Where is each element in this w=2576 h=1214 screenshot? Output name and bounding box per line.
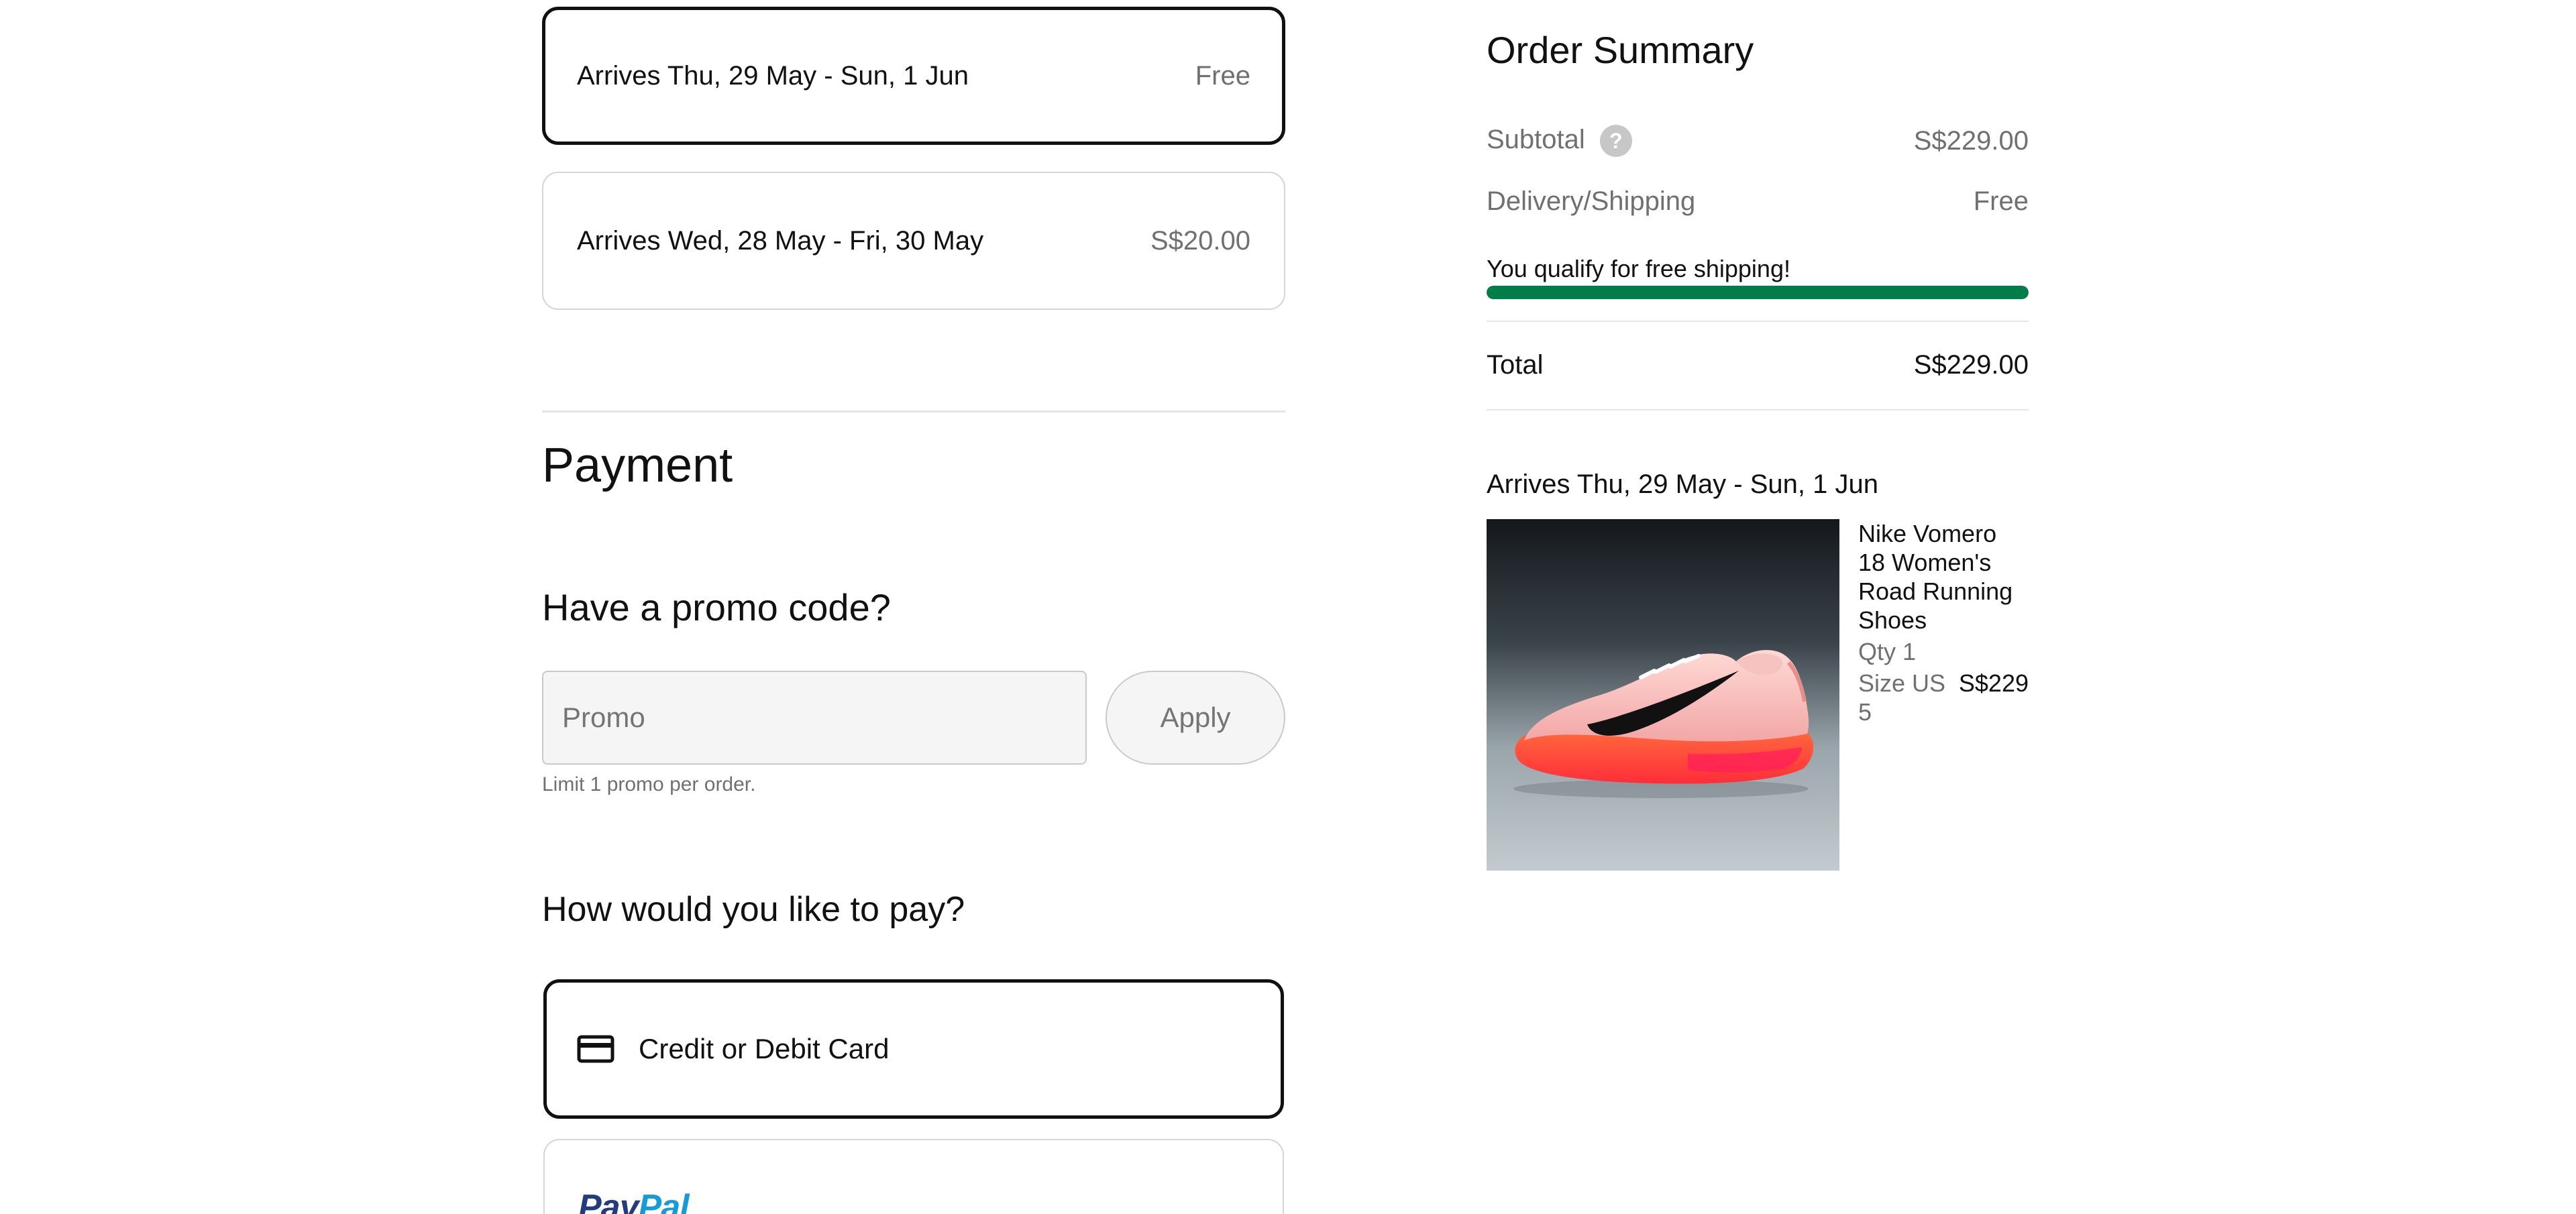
product-name[interactable]: Nike Vomero 18 Women's Road Running Shoe… xyxy=(1858,519,2029,634)
subtotal-label: Subtotal xyxy=(1487,124,1585,154)
shipping-option-price: S$20.00 xyxy=(1150,225,1250,256)
paypal-logo: PayPal xyxy=(578,1188,690,1214)
payment-method-heading: How would you like to pay? xyxy=(542,890,965,929)
shipping-option-price: Free xyxy=(1195,60,1250,91)
payment-method-card[interactable]: Credit or Debit Card xyxy=(543,979,1284,1119)
order-summary-heading: Order Summary xyxy=(1487,29,1754,71)
payment-method-label: Credit or Debit Card xyxy=(639,1033,890,1064)
checkout-page: Arrives Thu, 29 May - Sun, 1 Jun Free Ar… xyxy=(0,0,2576,1214)
shipping-option-express[interactable]: Arrives Wed, 28 May - Fri, 30 May S$20.0… xyxy=(542,172,1285,310)
promo-input[interactable] xyxy=(542,671,1087,765)
apply-promo-button[interactable]: Apply xyxy=(1106,671,1285,765)
help-icon[interactable]: ? xyxy=(1599,125,1632,158)
total-value: S$229.00 xyxy=(1913,349,2029,380)
product-size: Size US 5 xyxy=(1858,669,1946,726)
shipping-option-label: Arrives Wed, 28 May - Fri, 30 May xyxy=(577,225,984,256)
shipping-value: Free xyxy=(1973,186,2029,216)
payment-heading: Payment xyxy=(542,439,733,492)
product-details: Nike Vomero 18 Women's Road Running Shoe… xyxy=(1858,519,2029,726)
promo-limit-note: Limit 1 promo per order. xyxy=(542,773,756,795)
promo-heading: Have a promo code? xyxy=(542,586,891,628)
subtotal-value: S$229.00 xyxy=(1913,125,2029,156)
product-size-price-row: Size US 5 S$229 xyxy=(1858,669,2029,726)
delivery-estimate: Arrives Thu, 29 May - Sun, 1 Jun xyxy=(1487,470,1878,499)
subtotal-row: Subtotal? S$229.00 xyxy=(1487,123,2029,158)
product-image[interactable] xyxy=(1487,519,1839,871)
total-label: Total xyxy=(1487,349,1544,380)
free-shipping-progress-bar xyxy=(1487,286,2029,299)
summary-divider xyxy=(1487,321,2029,322)
shipping-label: Delivery/Shipping xyxy=(1487,186,1696,216)
subtotal-label-wrap: Subtotal? xyxy=(1487,124,1632,158)
credit-card-icon xyxy=(577,1035,614,1063)
shipping-option-standard[interactable]: Arrives Thu, 29 May - Sun, 1 Jun Free xyxy=(542,7,1285,145)
product-price: S$229 xyxy=(1958,669,2029,697)
total-row: Total S$229.00 xyxy=(1487,347,2029,382)
summary-divider xyxy=(1487,409,2029,410)
payment-method-paypal[interactable]: PayPal xyxy=(543,1139,1284,1214)
section-divider xyxy=(542,410,1285,412)
free-shipping-progress-fill xyxy=(1487,286,2029,299)
shipping-row: Delivery/Shipping Free xyxy=(1487,184,2029,219)
shipping-option-label: Arrives Thu, 29 May - Sun, 1 Jun xyxy=(577,60,969,91)
free-shipping-message: You qualify for free shipping! xyxy=(1487,255,1790,282)
product-qty: Qty 1 xyxy=(1858,638,1917,665)
